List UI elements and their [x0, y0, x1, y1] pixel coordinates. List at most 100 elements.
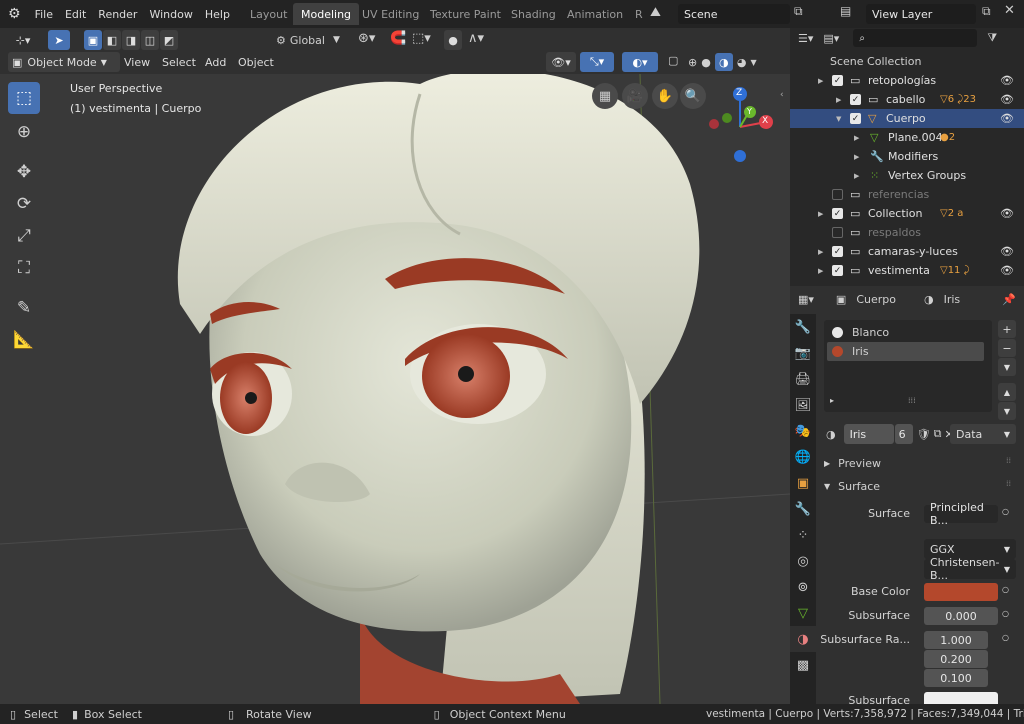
- surface-panel-header[interactable]: ▼ Surface: [824, 477, 880, 495]
- snap-target-icon[interactable]: ⬚▾: [412, 31, 431, 46]
- properties-editor-type-icon[interactable]: ▦▾: [798, 293, 814, 306]
- tab-shading[interactable]: Shading: [503, 3, 564, 25]
- xray-toggle-icon[interactable]: ▢: [668, 54, 678, 67]
- material-browse-icon[interactable]: ◑: [826, 428, 836, 441]
- tab-modeling[interactable]: Modeling: [293, 3, 360, 25]
- move-slot-up-icon[interactable]: ▲: [998, 383, 1016, 401]
- remove-view-layer-icon[interactable]: ✕: [1004, 3, 1015, 18]
- slot-specials-icon[interactable]: ▼: [998, 358, 1016, 376]
- tool-tab-icon[interactable]: 🔧: [790, 314, 816, 340]
- exclude-checkbox[interactable]: ✓: [850, 113, 861, 124]
- material-shading-icon[interactable]: ◑: [714, 53, 733, 71]
- subsurface-radius-x-field[interactable]: 1.000: [924, 631, 988, 649]
- view-layer-tab-icon[interactable]: 🖼: [790, 392, 816, 418]
- pin-icon[interactable]: 📌: [1002, 293, 1016, 306]
- node-socket-icon[interactable]: ○: [1002, 633, 1009, 642]
- link-selector[interactable]: Data ▼: [950, 424, 1016, 444]
- world-tab-icon[interactable]: 🌐: [790, 444, 816, 470]
- expand-list-icon[interactable]: ▸: [830, 396, 834, 405]
- menu-help[interactable]: Help: [199, 0, 236, 28]
- expand-arrow-icon[interactable]: ▼: [836, 115, 841, 123]
- pan-view-icon[interactable]: ✋: [652, 83, 678, 109]
- gizmo-toggle-icon[interactable]: ⤡▾: [580, 52, 614, 72]
- exclude-checkbox[interactable]: [832, 227, 843, 238]
- camera-view-icon[interactable]: 🎥: [622, 83, 648, 109]
- output-tab-icon[interactable]: 🖨: [790, 366, 816, 392]
- solid-shading-icon[interactable]: ●: [701, 56, 711, 69]
- move-tool-icon[interactable]: ✥: [8, 156, 40, 188]
- outliner-item-vestimenta[interactable]: ▶ ✓ ▭ vestimenta ▽11 ⤸ 👁: [790, 261, 1024, 280]
- select-new-icon[interactable]: ▣: [84, 30, 102, 50]
- outliner-item-referencias[interactable]: ▭ referencias: [790, 185, 1024, 204]
- editor-type-icon[interactable]: ☰▾: [798, 32, 813, 45]
- transform-tool-icon[interactable]: ⛶: [8, 252, 40, 284]
- material-slot-blanco[interactable]: Blanco: [827, 323, 989, 342]
- node-socket-icon[interactable]: ○: [1002, 507, 1009, 516]
- expand-arrow-icon[interactable]: ▶: [854, 172, 859, 180]
- cursor-tool-icon[interactable]: ⊕: [8, 116, 40, 148]
- material-tab-icon[interactable]: ◑: [790, 626, 816, 652]
- expand-arrow-icon[interactable]: ▶: [836, 96, 841, 104]
- select-invert-icon[interactable]: ◫: [141, 30, 159, 50]
- viewport-menu-select[interactable]: Select: [156, 50, 202, 74]
- select-intersect-icon[interactable]: ◩: [160, 30, 178, 50]
- expand-arrow-icon[interactable]: ▶: [854, 153, 859, 161]
- tab-texture-paint[interactable]: Texture Paint: [422, 3, 509, 25]
- surface-shader-field[interactable]: Principled B...: [924, 501, 998, 527]
- outliner-badges[interactable]: ▽11 ⤸: [940, 265, 970, 276]
- subsurface-value-field[interactable]: 0.000: [924, 607, 998, 625]
- constraints-tab-icon[interactable]: ⊚: [790, 574, 816, 600]
- material-slot-iris[interactable]: Iris: [827, 342, 984, 361]
- outliner-item-respaldos[interactable]: ▭ respaldos: [790, 223, 1024, 242]
- subsurface-method-selector[interactable]: Christensen-B... ▼: [924, 556, 1016, 582]
- object-tab-icon[interactable]: ▣: [790, 470, 816, 496]
- exclude-checkbox[interactable]: [832, 189, 843, 200]
- toggle-camera-grid-icon[interactable]: ▦: [592, 83, 618, 109]
- material-name-field[interactable]: Iris: [843, 424, 894, 444]
- subsurface-radius-y-field[interactable]: 0.200: [924, 650, 988, 668]
- mode-selector[interactable]: ▣ Object Mode ▼: [8, 52, 120, 72]
- move-slot-down-icon[interactable]: ▼: [998, 402, 1016, 420]
- visibility-eye-icon[interactable]: 👁: [1000, 74, 1014, 87]
- outliner-item-vertex-groups[interactable]: ▶ ⁙ Vertex Groups: [790, 166, 1024, 185]
- select-extend-icon[interactable]: ◧: [103, 30, 121, 50]
- outliner-search-input[interactable]: ⌕: [853, 29, 978, 47]
- measure-tool-icon[interactable]: 📐: [8, 324, 40, 356]
- visibility-icon[interactable]: 👁▾: [546, 52, 576, 72]
- select-box-tool-icon[interactable]: ⬚: [8, 82, 40, 114]
- data-tab-icon[interactable]: ▽: [790, 600, 816, 626]
- outliner-badges[interactable]: ▽2 a: [940, 208, 963, 219]
- tab-uv-editing[interactable]: UV Editing: [354, 3, 427, 25]
- pivot-point-icon[interactable]: ⊛▾: [358, 31, 375, 46]
- menu-window[interactable]: Window: [143, 0, 198, 28]
- visibility-eye-icon[interactable]: 👁: [1000, 112, 1014, 125]
- annotate-tool-icon[interactable]: ✎: [8, 292, 40, 324]
- particles-tab-icon[interactable]: ⁘: [790, 522, 816, 548]
- expand-arrow-icon[interactable]: ▶: [818, 210, 823, 218]
- node-socket-icon[interactable]: ○: [1002, 585, 1009, 594]
- drag-handle-icon[interactable]: ⁞⁞: [1006, 456, 1011, 465]
- orientation-selector[interactable]: ⚙ Global ▼: [276, 30, 340, 50]
- visibility-eye-icon[interactable]: 👁: [1000, 245, 1014, 258]
- preview-panel-header[interactable]: ▶ Preview: [824, 454, 881, 472]
- viewport-menu-view[interactable]: View: [118, 50, 156, 74]
- select-subtract-icon[interactable]: ◨: [122, 30, 140, 50]
- wireframe-shading-icon[interactable]: ⊕: [688, 56, 697, 69]
- expand-arrow-icon[interactable]: ▶: [854, 134, 859, 142]
- exclude-checkbox[interactable]: ✓: [832, 75, 843, 86]
- expand-arrow-icon[interactable]: ▶: [818, 248, 823, 256]
- outliner-item-retopolog-as[interactable]: ▶ ✓ ▭ retopologías 👁: [790, 71, 1024, 90]
- menu-edit[interactable]: Edit: [59, 0, 92, 28]
- outliner-item-collection[interactable]: ▶ ✓ ▭ Collection ▽2 a 👁: [790, 204, 1024, 223]
- filter-icon[interactable]: ⧩: [987, 31, 997, 45]
- select-tool-icon[interactable]: ➤: [48, 30, 70, 50]
- new-view-layer-icon[interactable]: ⧉: [982, 4, 991, 19]
- chevron-down-icon[interactable]: ▼: [750, 58, 756, 67]
- display-mode-icon[interactable]: ▤▾: [823, 32, 839, 45]
- outliner-item-plane-004[interactable]: ▶ ▽ Plane.004 ●2: [790, 128, 1024, 147]
- outliner-item-cuerpo[interactable]: ▼ ✓ ▽ Cuerpo 👁: [790, 109, 1024, 128]
- visibility-eye-icon[interactable]: 👁: [1000, 93, 1014, 106]
- scene-field[interactable]: Scene: [678, 4, 790, 24]
- viewport-menu-object[interactable]: Object: [232, 50, 280, 74]
- view-layer-icon[interactable]: ▤: [840, 4, 851, 18]
